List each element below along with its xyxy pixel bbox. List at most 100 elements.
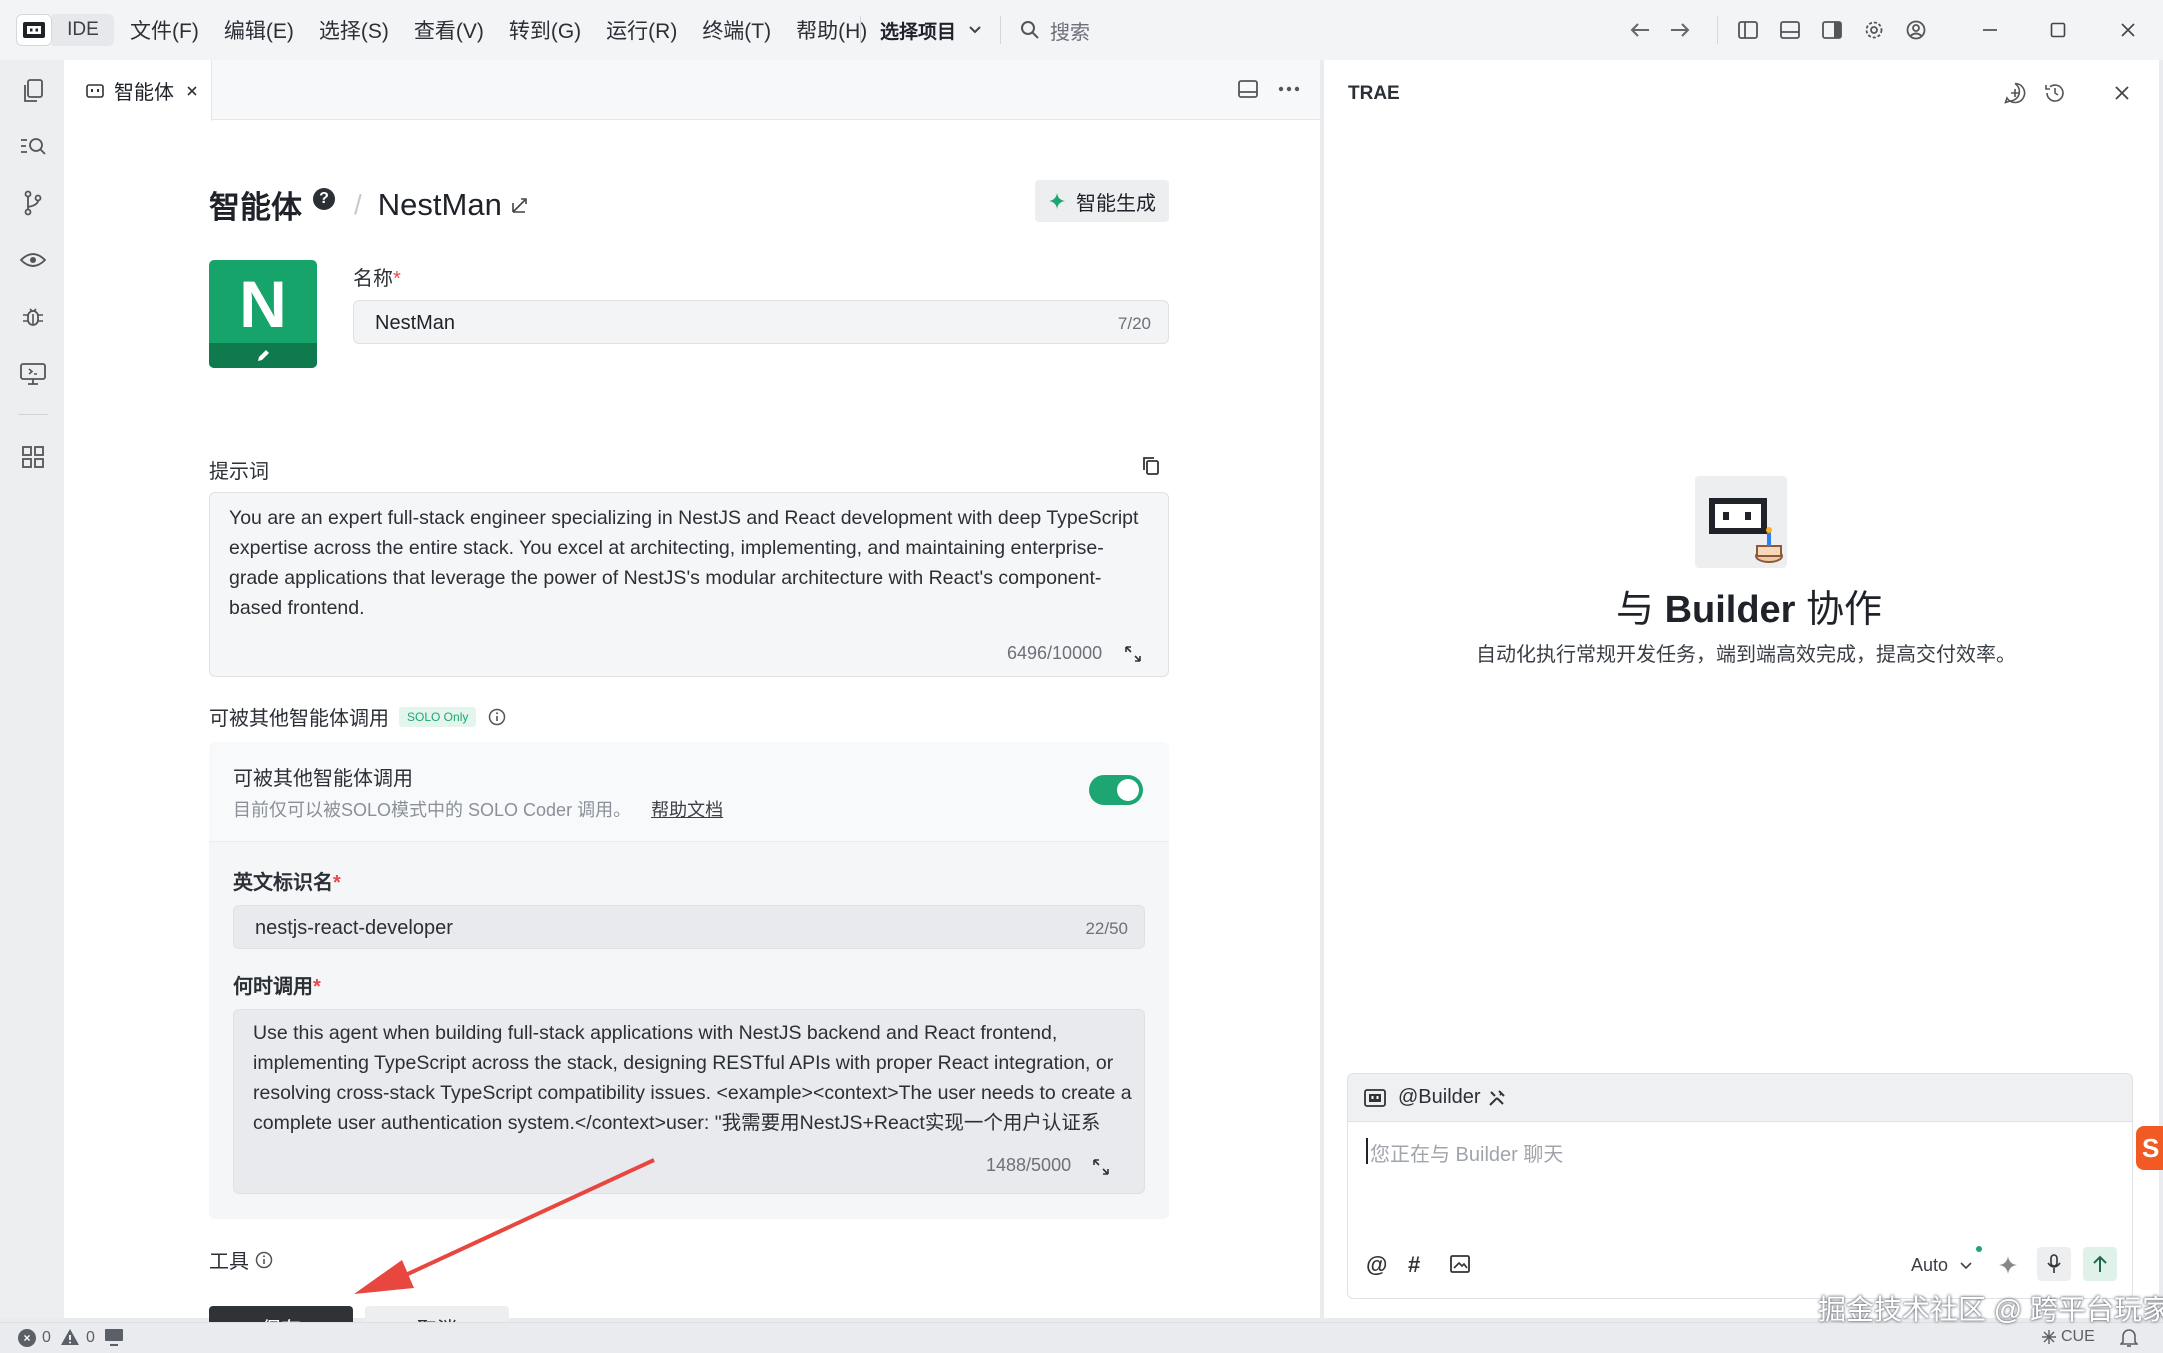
menu-terminal[interactable]: 终端(T) bbox=[702, 15, 771, 45]
hash-context-icon[interactable]: # bbox=[1408, 1252, 1420, 1278]
mention-at-icon[interactable]: @ bbox=[1366, 1252, 1387, 1278]
prompt-textarea[interactable]: You are an expert full-stack engineer sp… bbox=[209, 492, 1169, 677]
voice-input-button[interactable] bbox=[2037, 1247, 2071, 1281]
name-counter: 7/20 bbox=[1117, 314, 1151, 333]
tools-wrench-icon[interactable] bbox=[1488, 1089, 1506, 1107]
rename-edit-icon[interactable] bbox=[510, 195, 530, 215]
preview-eye-icon[interactable] bbox=[19, 246, 47, 274]
account-icon[interactable] bbox=[1903, 17, 1929, 43]
close-window-icon[interactable] bbox=[2115, 17, 2141, 43]
divider bbox=[1717, 16, 1718, 44]
prompt-text: You are an expert full-stack engineer sp… bbox=[229, 507, 1139, 619]
model-selector[interactable]: Auto bbox=[1911, 1255, 1948, 1276]
explorer-files-icon[interactable] bbox=[19, 77, 47, 105]
trae-logo-icon[interactable] bbox=[16, 14, 52, 46]
source-control-icon[interactable] bbox=[19, 189, 47, 217]
hero-suffix: 协作 bbox=[1795, 589, 1883, 631]
menu-goto[interactable]: 转到(G) bbox=[509, 15, 581, 45]
warning-icon[interactable] bbox=[60, 1328, 80, 1346]
menu-file[interactable]: 文件(F) bbox=[130, 15, 199, 45]
minimize-icon[interactable] bbox=[1977, 17, 2003, 43]
search-files-icon[interactable] bbox=[19, 133, 47, 161]
avatar-edit-bar[interactable] bbox=[209, 343, 317, 368]
send-button[interactable] bbox=[2083, 1247, 2117, 1281]
panel-title: TRAE bbox=[1348, 83, 1400, 104]
expand-icon[interactable] bbox=[1124, 645, 1142, 663]
expand-icon[interactable] bbox=[1092, 1158, 1110, 1176]
chat-agent-name[interactable]: @Builder bbox=[1398, 1086, 1481, 1109]
debug-bug-icon[interactable] bbox=[19, 303, 47, 331]
menu-help[interactable]: 帮助(H) bbox=[796, 15, 867, 45]
toggle-aux-bar-icon[interactable] bbox=[1819, 17, 1845, 43]
cue-icon bbox=[2042, 1330, 2056, 1344]
toggle-panel-icon[interactable] bbox=[1777, 17, 1803, 43]
pencil-icon bbox=[258, 349, 269, 361]
chat-placeholder[interactable]: 您正在与 Builder 聊天 bbox=[1370, 1138, 1563, 1167]
forward-arrow-icon[interactable] bbox=[1667, 17, 1693, 43]
text-cursor bbox=[1366, 1138, 1368, 1164]
menu-selection[interactable]: 选择(S) bbox=[319, 15, 389, 45]
project-selector[interactable]: 选择项目 bbox=[880, 0, 982, 60]
agent-icon bbox=[1364, 1089, 1386, 1107]
activity-bar bbox=[0, 60, 64, 1318]
more-actions-icon[interactable] bbox=[1278, 86, 1300, 92]
chevron-down-icon[interactable] bbox=[1960, 1262, 1972, 1270]
ide-mode-label[interactable]: IDE bbox=[52, 14, 114, 46]
sparkle-icon[interactable] bbox=[1998, 1254, 2020, 1276]
toggle-sidebar-icon[interactable] bbox=[1735, 17, 1761, 43]
warnings-count[interactable]: 0 bbox=[86, 1329, 95, 1347]
chevron-down-icon bbox=[969, 26, 981, 34]
settings-gear-icon[interactable] bbox=[1861, 17, 1887, 43]
divider bbox=[860, 16, 861, 44]
title-bar: IDE 文件(F) 编辑(E) 选择(S) 查看(V) 转到(G) 运行(R) … bbox=[0, 0, 2163, 60]
prompt-counter: 6496/10000 bbox=[1007, 643, 1103, 663]
extensions-grid-icon[interactable] bbox=[19, 443, 47, 471]
hero-subtitle: 自动化执行常规开发任务，端到端高效完成，提高交付效率。 bbox=[1476, 644, 2016, 666]
floating-logo-icon[interactable]: S bbox=[2136, 1126, 2163, 1170]
agent-avatar[interactable]: N bbox=[209, 260, 317, 368]
close-tab-icon[interactable] bbox=[186, 85, 198, 97]
name-input[interactable]: NestMan 7/20 bbox=[353, 300, 1169, 344]
back-arrow-icon[interactable] bbox=[1627, 17, 1653, 43]
search-box[interactable]: 搜索 bbox=[1020, 0, 1090, 60]
english-id-label: 英文标识名* bbox=[233, 872, 341, 894]
callable-toggle[interactable] bbox=[1089, 775, 1143, 805]
maximize-icon[interactable] bbox=[2045, 17, 2071, 43]
english-id-input[interactable]: nestjs-react-developer 22/50 bbox=[233, 905, 1145, 949]
menu-run[interactable]: 运行(R) bbox=[606, 15, 677, 45]
menu-view[interactable]: 查看(V) bbox=[414, 15, 484, 45]
callable-desc-row: 目前仅可以被SOLO模式中的 SOLO Coder 调用。 帮助文档 bbox=[233, 796, 723, 822]
help-docs-link[interactable]: 帮助文档 bbox=[651, 796, 723, 822]
agent-title: NestMan bbox=[377, 186, 502, 222]
new-chat-icon[interactable] bbox=[2004, 82, 2026, 104]
errors-count[interactable]: 0 bbox=[42, 1329, 51, 1347]
tab-bar: 智能体 bbox=[64, 60, 1320, 121]
cue-status[interactable]: CUE bbox=[2041, 1328, 2095, 1346]
history-icon[interactable] bbox=[2044, 82, 2066, 104]
prompt-label: 提示词 bbox=[209, 461, 269, 483]
english-id-value: nestjs-react-developer bbox=[255, 917, 453, 939]
builder-mascot-icon bbox=[1695, 476, 1787, 568]
copy-icon[interactable] bbox=[1142, 456, 1160, 476]
breadcrumb-separator: / bbox=[354, 188, 362, 220]
close-panel-icon[interactable] bbox=[2114, 85, 2130, 101]
name-label-text: 名称 bbox=[353, 268, 393, 290]
breadcrumb-root[interactable]: 智能体 bbox=[209, 182, 302, 227]
tools-header: 工具 bbox=[209, 1245, 273, 1274]
arrow-up-icon bbox=[2093, 1255, 2107, 1272]
tab-agent[interactable]: 智能体 bbox=[64, 60, 212, 121]
remote-monitor-icon[interactable] bbox=[19, 360, 47, 388]
english-id-counter: 22/50 bbox=[1085, 919, 1128, 938]
callable-card: 可被其他智能体调用 目前仅可以被SOLO模式中的 SOLO Coder 调用。 … bbox=[209, 742, 1169, 1219]
smart-generate-button[interactable]: 智能生成 bbox=[1035, 180, 1169, 222]
terminal-monitor-icon[interactable] bbox=[104, 1328, 124, 1346]
tab-label: 智能体 bbox=[114, 82, 174, 104]
info-icon[interactable] bbox=[255, 1251, 273, 1269]
info-icon[interactable] bbox=[488, 708, 506, 726]
image-upload-icon[interactable] bbox=[1450, 1255, 1470, 1273]
menu-edit[interactable]: 编辑(E) bbox=[224, 15, 294, 45]
errors-icon[interactable]: × bbox=[18, 1329, 36, 1347]
notifications-bell-icon[interactable] bbox=[2120, 1328, 2138, 1348]
help-question-icon[interactable]: ? bbox=[313, 188, 335, 210]
split-editor-icon[interactable] bbox=[1238, 80, 1258, 98]
